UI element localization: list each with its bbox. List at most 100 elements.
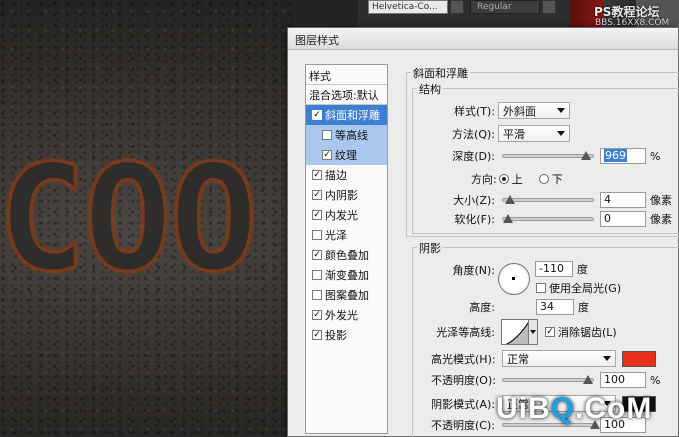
style-item-1[interactable]: 等高线 [306,125,387,145]
technique-value: 平滑 [503,127,525,141]
highlight-opacity-slider[interactable] [502,375,594,384]
style-item-8[interactable]: 渐变叠加 [306,265,387,285]
bevel-section-title: 斜面和浮雕 [411,65,470,81]
gloss-contour-label: 光泽等高线: [436,326,495,339]
style-item-label: 光泽 [325,229,347,242]
style-item-label: 渐变叠加 [325,269,369,282]
highlight-mode-value: 正常 [507,352,529,366]
layer-style-dialog: 图层样式 样式 混合选项:默认 ✓ 斜面和浮雕 等高线 ✓ 纹理 ✓ 描边 ✓ 内阴影 ✓ 内发光光… [287,27,679,437]
font-style-field[interactable]: Regular [470,0,540,14]
style-item-3[interactable]: ✓ 描边 [306,165,387,185]
chevron-down-icon [557,108,565,113]
blend-options-label: 混合选项:默认 [309,88,379,102]
depth-slider-thumb[interactable] [580,151,591,160]
chevron-down-icon [603,356,611,361]
canvas-text: COO [0,134,259,304]
style-item-checkbox[interactable] [312,270,322,280]
gloss-contour-preview[interactable] [501,319,529,345]
shadow-mode-label: 阴影模式(A): [431,397,495,411]
style-item-0[interactable]: ✓ 斜面和浮雕 [306,105,387,125]
style-item-4[interactable]: ✓ 内阴影 [306,185,387,205]
bevel-style-value: 外斜面 [503,104,536,118]
style-item-checkbox[interactable]: ✓ [312,250,322,260]
style-item-checkbox[interactable]: ✓ [312,310,322,320]
style-item-7[interactable]: ✓ 颜色叠加 [306,245,387,265]
angle-dial[interactable] [498,263,530,295]
watermark-suffix: .CoM [575,392,653,425]
soften-slider[interactable] [502,214,594,223]
settings-panel: 斜面和浮雕 结构 样式(T): 外斜面 方法(Q): 平滑 深度(D): 969 [400,64,679,437]
angle-label: 角度(N): [452,264,495,277]
angle-dial-dot [512,277,515,280]
style-item-checkbox[interactable]: ✓ [312,210,322,220]
font-family-field[interactable]: Helvetica-Co... [368,0,448,14]
contour-curve-icon [505,322,528,344]
styles-header[interactable]: 样式 [306,65,387,85]
direction-down-label: 下 [551,173,563,186]
altitude-input[interactable]: 34 [536,299,574,315]
global-light-checkbox[interactable] [536,283,546,293]
style-item-label: 外发光 [325,309,358,322]
highlight-opacity-thumb[interactable] [583,375,593,384]
soften-slider-thumb[interactable] [503,214,513,223]
style-item-label: 等高线 [335,129,368,142]
dialog-title: 图层样式 [288,28,678,50]
size-input[interactable]: 4 [600,192,646,208]
style-item-11[interactable]: ✓ 投影 [306,325,387,345]
technique-label: 方法(Q): [452,127,495,141]
style-item-checkbox[interactable]: ✓ [322,150,332,160]
highlight-mode-select[interactable]: 正常 [502,350,616,367]
direction-label: 方向: [471,173,497,186]
soften-input[interactable]: 0 [600,211,646,227]
size-label: 大小(Z): [453,194,495,207]
shadow-opacity-label: 不透明度(C): [431,419,495,432]
size-slider-thumb[interactable] [504,195,515,204]
highlight-opacity-input[interactable]: 100 [600,372,646,388]
angle-input[interactable]: -110 [535,261,573,277]
antialias-checkbox[interactable]: ✓ [545,327,555,337]
depth-input[interactable]: 969 [600,148,646,164]
style-item-2[interactable]: ✓ 纹理 [306,145,387,165]
blend-options-item[interactable]: 混合选项:默认 [306,85,387,105]
style-item-label: 内阴影 [325,189,358,202]
size-unit: 像素 [650,194,672,207]
watermark-prefix: UiB [496,392,551,425]
style-item-label: 投影 [325,329,347,342]
style-item-checkbox[interactable] [322,130,332,140]
soften-unit: 像素 [650,213,672,226]
style-item-checkbox[interactable]: ✓ [312,170,322,180]
highlight-color-swatch[interactable] [622,350,656,367]
style-item-checkbox[interactable]: ✓ [312,110,322,120]
style-item-checkbox[interactable] [312,290,322,300]
direction-up-radio[interactable] [498,174,509,184]
shading-title: 阴影 [417,240,443,256]
style-item-checkbox[interactable]: ✓ [312,330,322,340]
font-style-dropdown[interactable] [542,0,556,14]
direction-down-radio[interactable] [538,174,549,184]
font-family-dropdown[interactable] [450,0,464,14]
global-light-label: 使用全局光(G) [549,282,622,295]
depth-slider[interactable] [502,151,594,160]
angle-unit: 度 [577,263,588,276]
style-item-label: 描边 [325,169,347,182]
technique-select[interactable]: 平滑 [498,125,570,142]
altitude-unit: 度 [578,301,589,314]
depth-value: 969 [604,149,627,162]
watermark-q: Q [550,392,576,425]
size-slider[interactable] [502,195,594,204]
altitude-label: 高度: [469,301,495,314]
style-item-6[interactable]: 光泽 [306,225,387,245]
style-item-9[interactable]: 图案叠加 [306,285,387,305]
style-item-checkbox[interactable]: ✓ [312,190,322,200]
depth-label: 深度(D): [452,150,495,163]
style-item-10[interactable]: ✓ 外发光 [306,305,387,325]
direction-up-label: 上 [511,173,523,186]
highlight-opacity-unit: % [650,373,661,387]
style-item-label: 颜色叠加 [325,249,369,262]
gloss-contour-dropdown[interactable] [529,319,538,345]
style-list: 样式 混合选项:默认 ✓ 斜面和浮雕 等高线 ✓ 纹理 ✓ 描边 ✓ 内阴影 ✓ 内发光 光泽 ✓ 颜色叠… [305,64,388,434]
style-item-checkbox[interactable] [312,230,322,240]
bevel-style-select[interactable]: 外斜面 [498,102,570,119]
structure-title: 结构 [417,81,443,97]
style-item-5[interactable]: ✓ 内发光 [306,205,387,225]
